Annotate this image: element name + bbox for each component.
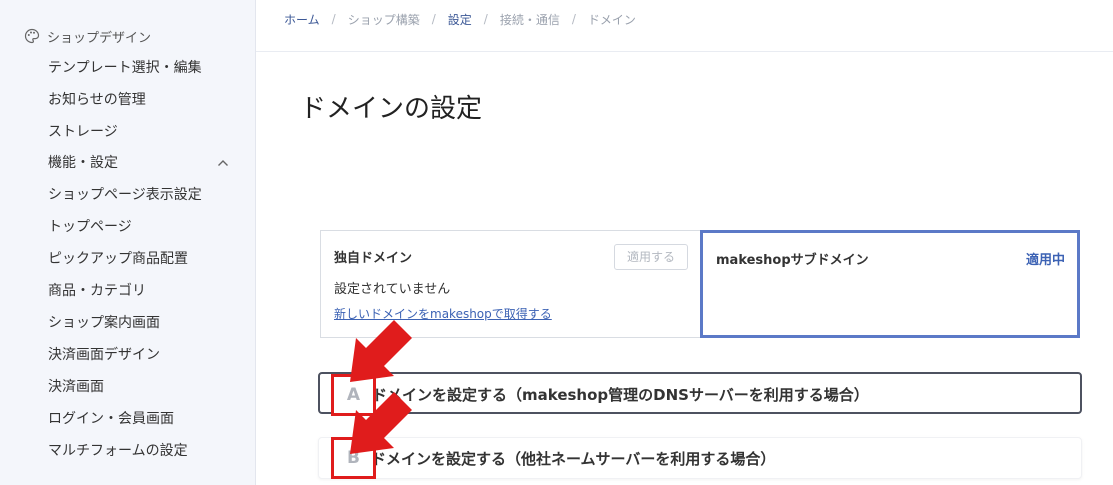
sidebar-item-pickup[interactable]: ピックアップ商品配置 [48,249,248,269]
sidebar-item-template[interactable]: テンプレート選択・編集 [48,58,248,78]
red-arrow-icon [350,320,412,382]
custom-domain-status: 設定されていません [334,282,451,297]
accordion-label: ドメインを設定する（他社ネームサーバーを利用する場合） [371,450,776,468]
sidebar-item-top-page[interactable]: トップページ [48,217,248,237]
breadcrumb-settings[interactable]: 設定 [448,11,472,28]
sidebar-item-news[interactable]: お知らせの管理 [48,90,248,110]
sidebar-item-payment-design[interactable]: 決済画面デザイン [48,345,248,365]
accordion-label: ドメインを設定する（makeshop管理のDNSサーバーを利用する場合） [372,386,869,404]
active-badge: 適用中 [1025,253,1065,268]
breadcrumb: ホーム / ショップ構築 / 設定 / 接続・通信 / ドメイン [284,10,636,28]
sidebar-item-products[interactable]: 商品・カテゴリ [48,281,248,301]
sidebar-item-multiform[interactable]: マルチフォームの設定 [48,441,248,461]
sidebar-item-storage[interactable]: ストレージ [48,122,248,142]
apply-button[interactable]: 適用する [614,244,688,270]
page-title: ドメインの設定 [300,94,483,124]
accordion-dns-makeshop[interactable]: ドメインを設定する（makeshop管理のDNSサーバーを利用する場合） [318,372,1082,414]
chevron-up-icon[interactable] [215,155,231,171]
red-arrow-icon [350,392,412,454]
breadcrumb-separator: / [431,12,436,26]
breadcrumb-home[interactable]: ホーム [284,11,320,28]
breadcrumb-domain: ドメイン [587,12,636,27]
sidebar-section-label: ショップデザイン [47,30,152,46]
sidebar: ショップデザイン テンプレート選択・編集 お知らせの管理 ストレージ 機能・設定… [0,0,256,485]
accordion-nameserver-other[interactable]: ドメインを設定する（他社ネームサーバーを利用する場合） [318,437,1082,479]
sidebar-item-shop-page-display[interactable]: ショップページ表示設定 [48,185,248,205]
sidebar-item-payment[interactable]: 決済画面 [48,377,248,397]
breadcrumb-separator: / [483,12,488,26]
breadcrumb-separator: / [571,12,576,26]
sidebar-item-shop-guide[interactable]: ショップ案内画面 [48,313,248,333]
top-bar: ホーム / ショップ構築 / 設定 / 接続・通信 / ドメイン [256,0,1113,52]
sidebar-item-login-member[interactable]: ログイン・会員画面 [48,409,248,429]
custom-domain-title: 独自ドメイン [334,251,413,266]
palette-icon [24,28,40,44]
breadcrumb-connection[interactable]: 接続・通信 [500,11,560,28]
subdomain-card[interactable]: makeshopサブドメイン 適用中 [700,230,1080,338]
breadcrumb-shop-build[interactable]: ショップ構築 [348,11,420,28]
subdomain-title: makeshopサブドメイン [716,253,869,268]
sidebar-section-shop-design[interactable]: ショップデザイン [24,26,151,46]
breadcrumb-separator: / [331,12,336,26]
